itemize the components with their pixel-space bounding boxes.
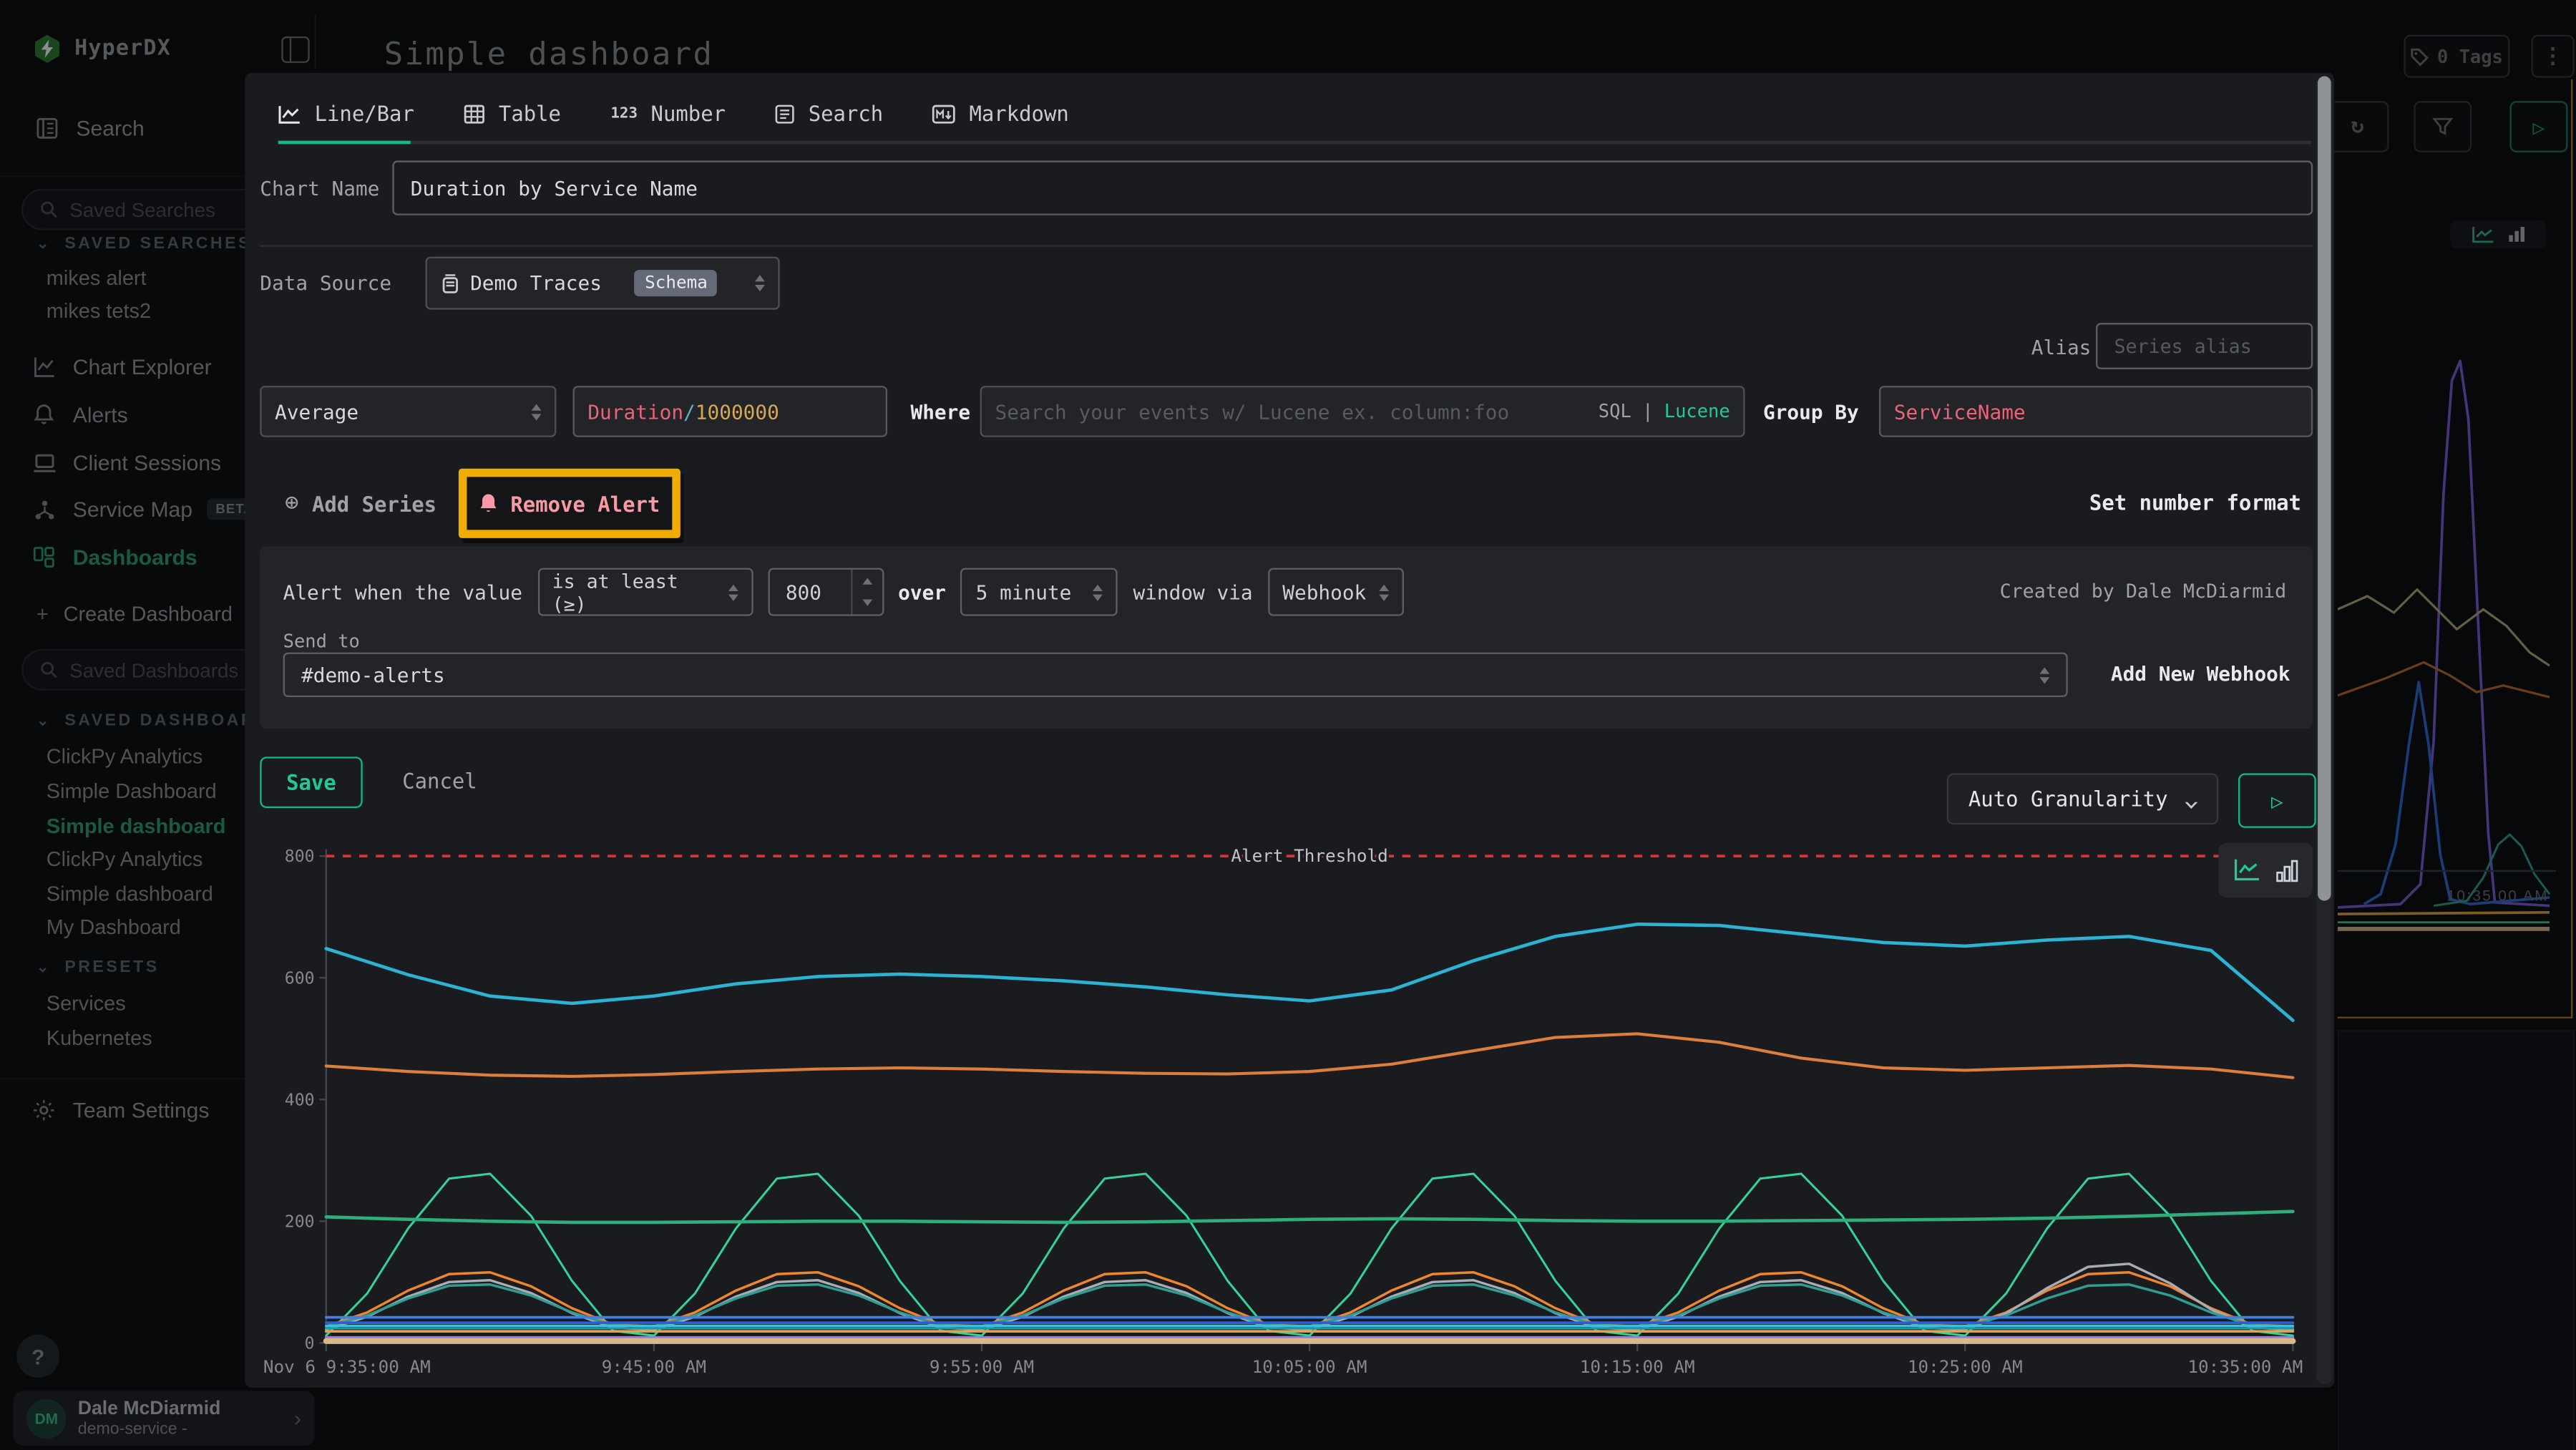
svg-text:200: 200 [285,1212,315,1231]
line-chart-svg: 0 200 400 600 800 Nov 6 9:35:00 AM 9:45:00 AM 9… [260,836,2313,1387]
select-chevrons-icon [755,275,765,291]
select-chevrons-icon [532,403,542,419]
tab-number[interactable]: 123 Number [610,93,726,141]
set-number-format-button[interactable]: Set number format [2089,490,2301,515]
select-chevrons-icon [728,584,738,600]
search-doc-icon [775,104,795,124]
number-123-icon: 123 [610,105,638,122]
line-chart-icon [278,104,301,124]
data-source-label: Data Source [260,271,391,294]
select-chevrons-icon [1093,584,1103,600]
alert-prefix-label: Alert when the value [283,580,522,603]
table-icon [464,104,485,124]
send-to-label: Send to [283,631,360,652]
svg-text:800: 800 [285,847,315,866]
svg-text:400: 400 [285,1091,315,1109]
tab-line-bar[interactable]: Line/Bar [278,93,414,141]
database-icon [440,273,460,294]
svg-text:Alert Threshold: Alert Threshold [1231,845,1387,866]
alert-threshold-input[interactable]: 800 [767,568,883,616]
svg-text:10:15:00 AM: 10:15:00 AM [1580,1356,1695,1377]
tab-table[interactable]: Table [464,93,561,141]
select-chevrons-icon [2039,666,2049,683]
send-to-select[interactable]: #demo-alerts [283,653,2068,697]
svg-text:9:55:00 AM: 9:55:00 AM [930,1356,1034,1377]
tab-markdown[interactable]: Markdown [933,93,1069,141]
svg-text:10:35:00 AM: 10:35:00 AM [2187,1356,2303,1377]
add-circle-icon: ⊕ [285,490,299,517]
over-label: over [898,580,946,603]
chart-type-toggle[interactable] [2218,843,2313,897]
modal-scrollbar[interactable] [2316,76,2333,1384]
section-divider [260,245,2313,246]
markdown-icon [933,104,956,124]
cancel-button[interactable]: Cancel [402,769,477,794]
add-new-webhook-button[interactable]: Add New Webhook [2111,662,2290,685]
save-button[interactable]: Save [260,756,362,808]
tab-search[interactable]: Search [775,93,883,141]
sql-mode[interactable]: SQL [1599,401,1631,422]
aggregation-select[interactable]: Average [260,386,556,437]
select-chevrons-icon [1380,584,1390,600]
alert-config-panel: Alert when the value is at least (≥) 800… [260,546,2313,728]
data-source-select[interactable]: Demo Traces Schema [426,257,780,310]
where-search-input[interactable]: Search your events w/ Lucene ex. column:… [980,386,1745,437]
chart-name-input[interactable] [392,160,2313,215]
svg-text:10:25:00 AM: 10:25:00 AM [1908,1356,2023,1377]
svg-text:9:45:00 AM: 9:45:00 AM [602,1356,706,1377]
play-icon: ▷ [2271,789,2283,812]
tab-rail [278,141,2311,145]
bell-icon [479,492,499,515]
created-by-label: Created by Dale McDiarmid [2000,580,2286,603]
scrollbar-thumb[interactable] [2318,76,2331,900]
active-tab-underline [278,141,411,145]
group-by-label: Group By [1763,401,1859,424]
where-label: Where [910,401,970,424]
add-series-button[interactable]: ⊕ Add Series [285,490,436,517]
remove-alert-button[interactable]: Remove Alert [479,491,660,516]
group-by-input[interactable]: ServiceName [1879,386,2313,437]
lucene-mode[interactable]: Lucene [1664,401,1730,422]
app-root: HyperDX Simple dashboard 0 Tags ⋮ ↻ ▷ Se… [0,0,2576,1450]
line-chart-icon [2233,857,2261,882]
chevron-down-icon: ⌄ [2182,787,2199,810]
svg-text:10:05:00 AM: 10:05:00 AM [1252,1356,1367,1377]
number-stepper[interactable] [850,570,882,614]
chart-type-tabs: Line/Bar Table 123 Number Search Markdow… [278,93,1069,141]
where-placeholder: Search your events w/ Lucene ex. column:… [995,400,1509,423]
svg-text:600: 600 [285,969,315,988]
field-expression-input[interactable]: Duration/1000000 [573,386,888,437]
alias-label: Alias [2031,336,2092,359]
alert-window-select[interactable]: 5 minute [961,568,1118,616]
alert-condition-select[interactable]: is at least (≥) [537,568,753,616]
svg-text:Nov 6 9:35:00 AM: Nov 6 9:35:00 AM [263,1356,431,1377]
bar-chart-icon [2276,859,2298,882]
remove-alert-annotation-highlight: Remove Alert [459,469,680,538]
window-via-label: window via [1133,580,1252,603]
edit-chart-modal: Line/Bar Table 123 Number Search Markdow… [245,73,2334,1388]
svg-text:0: 0 [305,1334,315,1353]
run-query-button[interactable]: ▷ [2238,773,2316,827]
chart-name-label: Chart Name [260,177,379,200]
alert-channel-select[interactable]: Webhook [1267,568,1403,616]
granularity-select[interactable]: Auto Granularity ⌄ [1947,773,2218,824]
preview-chart: 0 200 400 600 800 Nov 6 9:35:00 AM 9:45:00 AM 9… [260,836,2313,1387]
series-alias-input[interactable] [2096,323,2313,369]
schema-badge: Schema [635,270,718,296]
